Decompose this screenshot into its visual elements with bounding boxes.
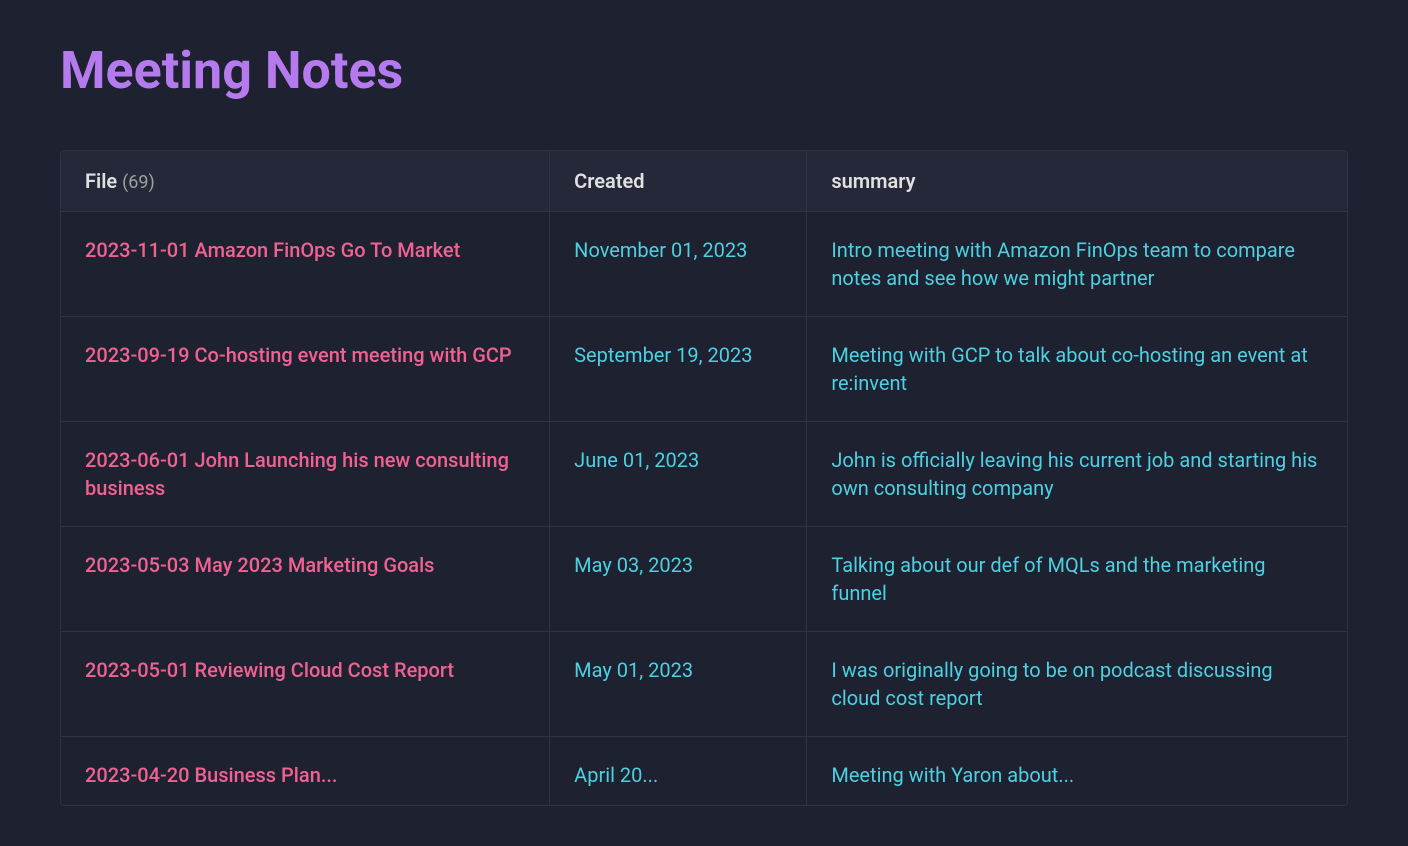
table-row[interactable]: 2023-05-03 May 2023 Marketing GoalsMay 0…	[61, 527, 1347, 632]
cell-summary: Intro meeting with Amazon FinOps team to…	[807, 212, 1347, 317]
column-header-created: Created	[550, 151, 807, 212]
table-row[interactable]: 2023-09-19 Co-hosting event meeting with…	[61, 317, 1347, 422]
page-title: Meeting Notes	[60, 40, 1348, 102]
cell-summary: John is officially leaving his current j…	[807, 422, 1347, 527]
table-row[interactable]: 2023-06-01 John Launching his new consul…	[61, 422, 1347, 527]
table-header-row: File (69) Created summary	[61, 151, 1347, 212]
cell-summary: I was originally going to be on podcast …	[807, 632, 1347, 737]
cell-file[interactable]: 2023-04-20 Business Plan...	[61, 737, 550, 806]
cell-created: November 01, 2023	[550, 212, 807, 317]
cell-summary: Meeting with GCP to talk about co-hostin…	[807, 317, 1347, 422]
cell-summary: Talking about our def of MQLs and the ma…	[807, 527, 1347, 632]
cell-file[interactable]: 2023-06-01 John Launching his new consul…	[61, 422, 550, 527]
cell-file[interactable]: 2023-05-01 Reviewing Cloud Cost Report	[61, 632, 550, 737]
meeting-notes-table: File (69) Created summary 2023-11-01 Ama…	[60, 150, 1348, 806]
cell-summary: Meeting with Yaron about...	[807, 737, 1347, 806]
table-row[interactable]: 2023-04-20 Business Plan...April 20...Me…	[61, 737, 1347, 806]
column-header-file: File (69)	[61, 151, 550, 212]
cell-created: June 01, 2023	[550, 422, 807, 527]
cell-created: May 03, 2023	[550, 527, 807, 632]
table-row[interactable]: 2023-05-01 Reviewing Cloud Cost ReportMa…	[61, 632, 1347, 737]
cell-file[interactable]: 2023-05-03 May 2023 Marketing Goals	[61, 527, 550, 632]
cell-file[interactable]: 2023-09-19 Co-hosting event meeting with…	[61, 317, 550, 422]
file-count-badge: (69)	[122, 172, 155, 193]
cell-created: May 01, 2023	[550, 632, 807, 737]
cell-created: September 19, 2023	[550, 317, 807, 422]
table-row[interactable]: 2023-11-01 Amazon FinOps Go To MarketNov…	[61, 212, 1347, 317]
cell-file[interactable]: 2023-11-01 Amazon FinOps Go To Market	[61, 212, 550, 317]
cell-created: April 20...	[550, 737, 807, 806]
column-header-summary: summary	[807, 151, 1347, 212]
